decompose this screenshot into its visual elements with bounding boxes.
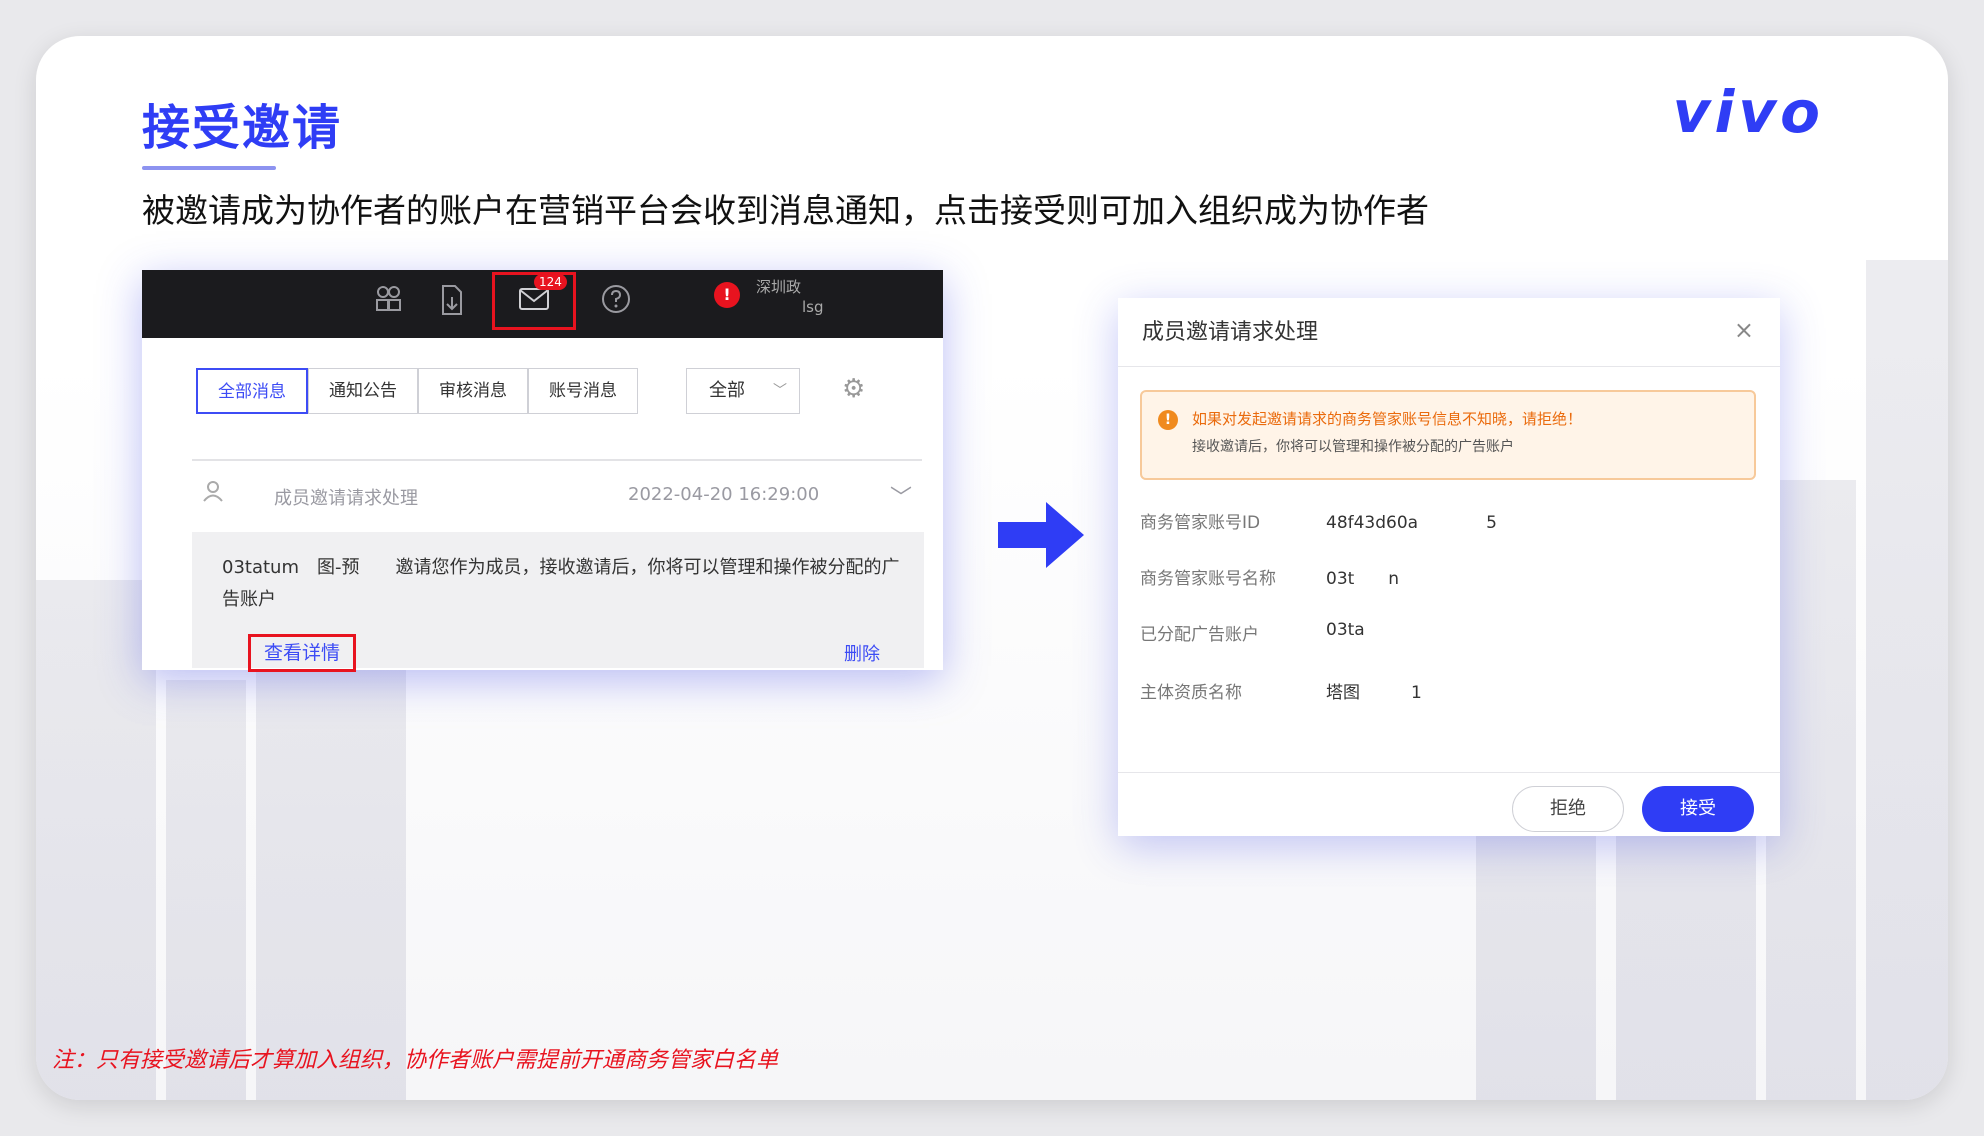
field-value-account-name: 03t n (1326, 569, 1400, 589)
filter-select-value: 全部 (709, 380, 745, 401)
message-title: 成员邀请请求处理 (274, 488, 418, 509)
page-title: 接受邀请 (142, 100, 343, 156)
field-label-assigned-ad-account: 已分配广告账户 (1140, 625, 1259, 645)
account-name[interactable]: 深圳政 (756, 276, 801, 297)
tab-all-messages[interactable]: 全部消息 (196, 368, 308, 414)
close-icon[interactable]: × (1734, 316, 1754, 344)
mail-badge: 124 (534, 274, 567, 290)
gear-icon[interactable]: ⚙ (842, 374, 865, 404)
message-tabs: 全部消息 通知公告 审核消息 账号消息 (196, 368, 638, 414)
tab-announcements[interactable]: 通知公告 (308, 368, 418, 414)
field-value-assigned-ad-account: 03ta (1326, 620, 1365, 640)
account-sub: lsg (802, 298, 824, 316)
divider (192, 459, 922, 461)
view-detail-link[interactable]: 查看详情 (248, 634, 356, 672)
download-doc-icon[interactable] (432, 283, 472, 323)
message-header[interactable]: 成员邀请请求处理 2022-04-20 16:29:00 ﹀ (202, 480, 922, 520)
chevron-down-icon: ﹀ (773, 383, 787, 399)
tab-review-messages[interactable]: 审核消息 (418, 368, 528, 414)
message-text: 03tatum 图-预 邀请您作为成员，接收邀请后，你将可以管理和操作被分配的广… (222, 557, 900, 610)
divider (1118, 366, 1780, 367)
title-underline (142, 166, 276, 170)
subtitle: 被邀请成为协作者的账户在营销平台会收到消息通知，点击接受则可加入组织成为协作者 (142, 191, 1429, 230)
field-label-account-name: 商务管家账号名称 (1140, 569, 1276, 589)
accept-button[interactable]: 接受 (1642, 786, 1754, 832)
users-icon[interactable] (368, 283, 408, 323)
help-icon[interactable] (596, 283, 636, 323)
message-center-screenshot: 124 ! 深圳政 lsg 全部消息 通知公告 审核消息 账号消息 全部 ﹀ ⚙… (142, 270, 943, 672)
invitation-dialog: 成员邀请请求处理 × ! 如果对发起邀请请求的商务管家账号信息不知晓，请拒绝！ … (1118, 298, 1780, 836)
vivo-logo: vivo (1672, 78, 1824, 146)
field-value-account-id: 48f43d60a 5 (1326, 513, 1497, 533)
message-date: 2022-04-20 16:29:00 (628, 484, 820, 505)
delete-link[interactable]: 删除 (844, 640, 880, 666)
dialog-title: 成员邀请请求处理 (1142, 320, 1319, 345)
user-icon (202, 480, 224, 508)
message-body: 03tatum 图-预 邀请您作为成员，接收邀请后，你将可以管理和操作被分配的广… (192, 532, 924, 672)
warning-icon: ! (1158, 410, 1178, 430)
warning-banner: ! 如果对发起邀请请求的商务管家账号信息不知晓，请拒绝！ 接收邀请后，你将可以管… (1140, 390, 1756, 480)
warning-subtext: 接收邀请后，你将可以管理和操作被分配的广告账户 (1192, 439, 1514, 455)
filter-select[interactable]: 全部 ﹀ (686, 368, 800, 414)
field-value-entity-name: 塔图 1 (1326, 683, 1422, 703)
alert-icon: ! (714, 282, 740, 308)
field-label-account-id: 商务管家账号ID (1140, 513, 1261, 533)
divider (1118, 772, 1780, 773)
top-bar: 124 ! 深圳政 lsg (142, 270, 943, 338)
slide: 接受邀请 vivo 被邀请成为协作者的账户在营销平台会收到消息通知，点击接受则可… (36, 36, 1948, 1100)
tab-account-messages[interactable]: 账号消息 (528, 368, 638, 414)
footnote: 注：只有接受邀请后才算加入组织，协作者账户需提前开通商务管家白名单 (52, 1048, 779, 1073)
reject-button[interactable]: 拒绝 (1512, 786, 1624, 832)
warning-text: 如果对发起邀请请求的商务管家账号信息不知晓，请拒绝！ (1192, 410, 1583, 428)
arrow-right-icon (998, 502, 1084, 572)
chevron-down-icon[interactable]: ﹀ (890, 480, 912, 512)
field-label-entity-name: 主体资质名称 (1140, 683, 1242, 703)
